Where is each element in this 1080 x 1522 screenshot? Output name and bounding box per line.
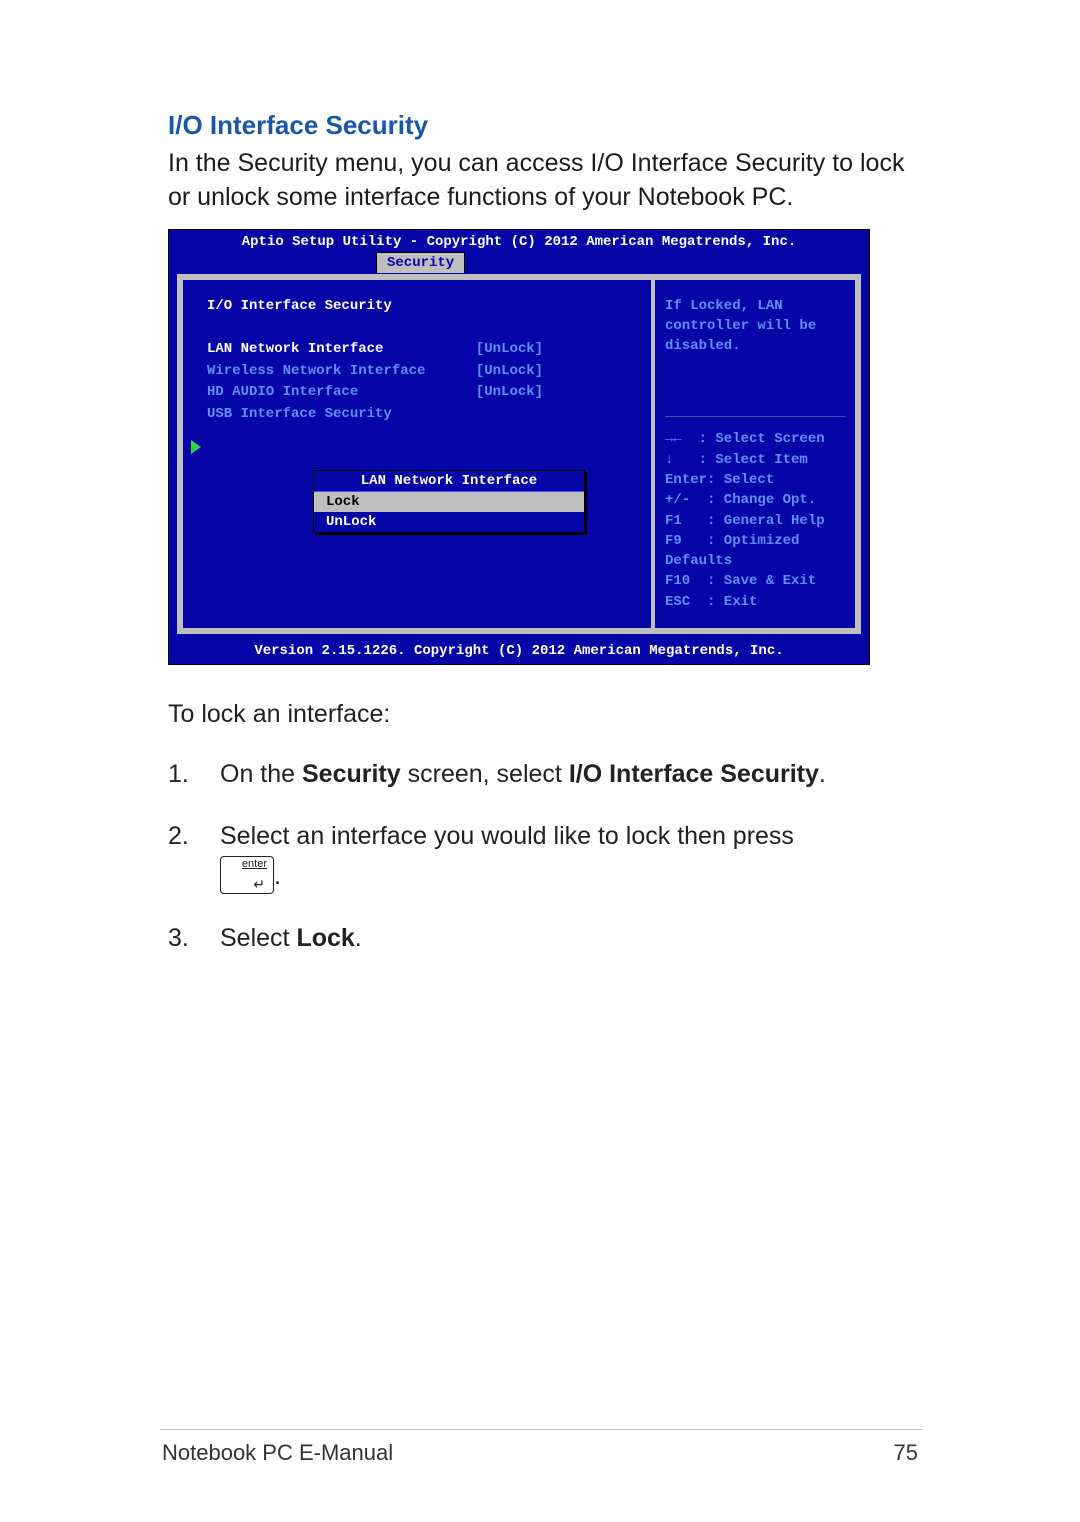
bios-item-usb: USB Interface Security (207, 404, 637, 426)
bios-help-divider (665, 416, 845, 417)
instruction-lead: To lock an interface: (168, 697, 920, 732)
footer-rule (160, 1429, 922, 1430)
bios-cursor-icon (191, 440, 201, 454)
enter-key-icon: enter (220, 856, 274, 894)
bios-popup-title: LAN Network Interface (314, 471, 584, 492)
bios-screenshot: Aptio Setup Utility - Copyright (C) 2012… (168, 229, 870, 665)
bios-section-title: I/O Interface Security (207, 296, 637, 318)
bios-tab-security: Security (376, 252, 465, 273)
bios-header: Aptio Setup Utility - Copyright (C) 2012… (169, 230, 869, 252)
bios-item-hdaudio: HD AUDIO Interface [UnLock] (207, 382, 637, 404)
bios-footer: Version 2.15.1226. Copyright (C) 2012 Am… (169, 640, 869, 664)
section-intro: In the Security menu, you can access I/O… (168, 147, 920, 215)
bios-item-lan: LAN Network Interface [UnLock] (207, 339, 637, 361)
bios-popup-option-unlock: UnLock (314, 512, 584, 532)
bios-popup: LAN Network Interface Lock UnLock (313, 470, 585, 533)
bios-item-wireless: Wireless Network Interface [UnLock] (207, 361, 637, 383)
footer-text: Notebook PC E-Manual (162, 1440, 393, 1466)
page-number: 75 (894, 1440, 918, 1466)
step-2: 2. Select an interface you would like to… (168, 816, 920, 896)
section-heading: I/O Interface Security (168, 110, 920, 141)
step-1: 1. On the Security screen, select I/O In… (168, 754, 920, 794)
bios-popup-option-lock: Lock (314, 492, 584, 512)
bios-help-text: If Locked, LAN controller will be disabl… (665, 296, 845, 357)
step-3: 3. Select Lock. (168, 918, 920, 958)
bios-help-keys: →← : Select Screen ↓ : Select Item Enter… (665, 429, 845, 612)
